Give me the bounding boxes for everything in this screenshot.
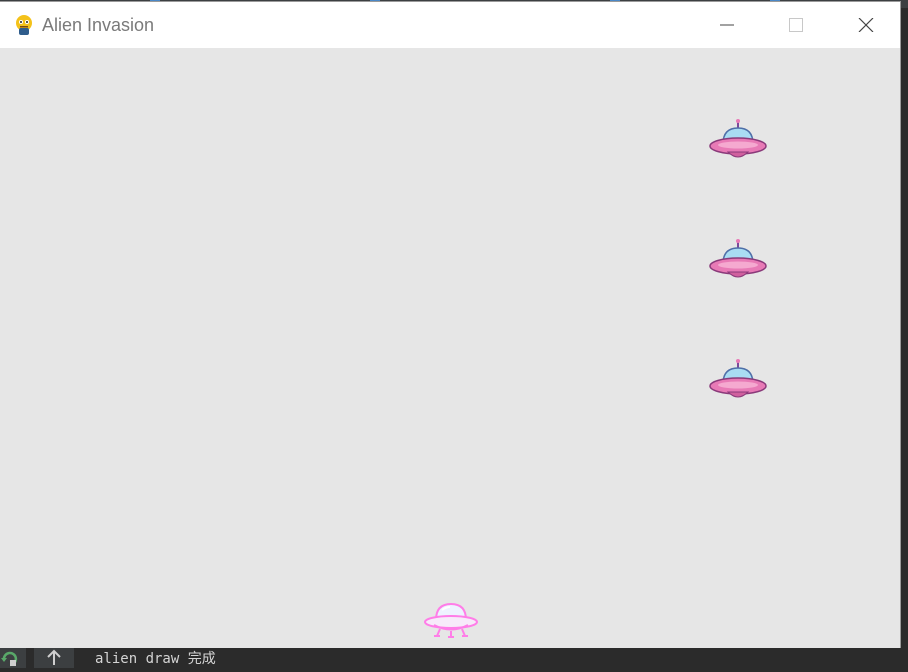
alien-ufo bbox=[709, 359, 767, 398]
rerun-button[interactable] bbox=[0, 648, 26, 668]
alien-ufo bbox=[709, 239, 767, 278]
close-icon bbox=[858, 18, 874, 32]
scroll-up-button[interactable] bbox=[34, 648, 74, 668]
console-output: alien draw 完成 bbox=[95, 651, 216, 667]
close-button[interactable] bbox=[834, 2, 896, 48]
game-canvas[interactable] bbox=[0, 48, 900, 648]
rerun-icon bbox=[1, 651, 18, 667]
alien-ufo bbox=[709, 119, 767, 158]
player-ship bbox=[424, 602, 478, 638]
minimize-icon bbox=[720, 24, 734, 26]
scroll-up-icon bbox=[47, 649, 61, 665]
window-title: Alien Invasion bbox=[42, 15, 155, 35]
run-console: alien draw 完成 bbox=[0, 648, 908, 668]
game-window: Alien Invasion bbox=[0, 2, 900, 648]
pygame-snake-icon bbox=[16, 15, 32, 35]
maximize-button[interactable] bbox=[764, 2, 826, 48]
maximize-icon bbox=[789, 18, 803, 32]
title-bar[interactable]: Alien Invasion bbox=[0, 2, 900, 48]
minimize-button[interactable] bbox=[695, 2, 757, 48]
